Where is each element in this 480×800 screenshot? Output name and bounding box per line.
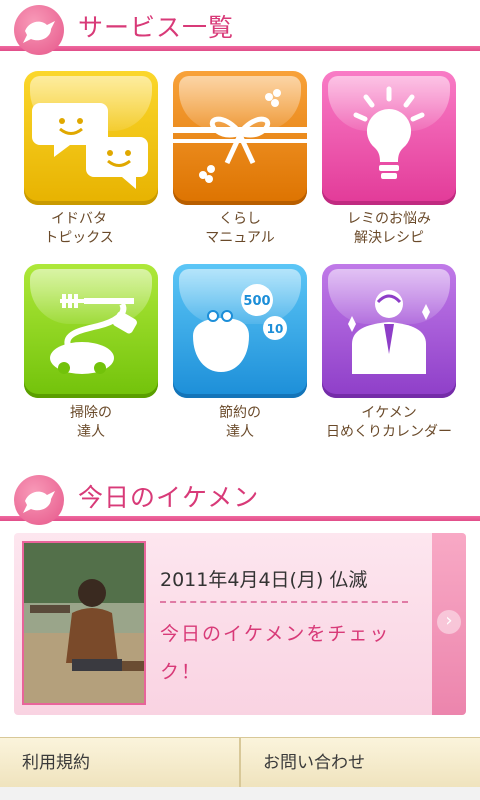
chat-faces-icon	[32, 103, 148, 189]
ikemen-photo	[22, 541, 146, 705]
header-divider	[0, 516, 480, 521]
tile-label-cleaning: 掃除の 達人	[70, 405, 112, 440]
bird-logo-icon	[14, 475, 64, 525]
ikemen-header: 今日のイケメン	[0, 470, 480, 525]
chevron-right-icon: ›	[437, 610, 461, 634]
ikemen-title: 今日のイケメン	[78, 483, 260, 512]
card-next-button[interactable]: ›	[432, 533, 466, 715]
tile-label-idobata: イドバタ トピックス	[44, 211, 114, 246]
suit-man-icon	[348, 290, 430, 374]
header-divider	[0, 46, 480, 51]
ikemen-card[interactable]: 2011年4月4日(月) 仏滅 今日のイケメンをチェック！ ›	[14, 533, 466, 715]
tile-idobata-topics[interactable]	[24, 71, 158, 205]
ikemen-check-link[interactable]: 今日のイケメンをチェック！	[160, 615, 410, 691]
tile-label-ikemen: イケメン 日めくりカレンダー	[326, 405, 452, 440]
coin-purse-icon: 500 10	[193, 284, 287, 372]
svg-text:10: 10	[267, 322, 284, 336]
bottom-strip	[0, 787, 480, 800]
tile-label-kurashi: くらし マニュアル	[205, 211, 275, 246]
services-title: サービス一覧	[78, 13, 235, 42]
ikemen-date: 2011年4月4日(月) 仏滅	[160, 569, 368, 591]
lightbulb-icon	[353, 86, 425, 179]
tile-cleaning-master[interactable]	[24, 264, 158, 398]
services-header: サービス一覧	[0, 0, 480, 55]
terms-button[interactable]: 利用規約	[0, 738, 239, 788]
svg-text:500: 500	[243, 294, 270, 309]
bird-logo-icon	[14, 5, 64, 55]
card-divider	[160, 601, 408, 603]
contact-button[interactable]: お問い合わせ	[241, 738, 480, 788]
tile-kurashi-manual[interactable]	[173, 71, 307, 205]
vacuum-cleaner-icon	[50, 294, 137, 374]
tile-ikemen-calendar[interactable]	[322, 264, 456, 398]
gift-ribbon-icon	[173, 89, 307, 183]
tile-saving-master[interactable]: 500 10	[173, 264, 307, 398]
footer-bar: 利用規約 お問い合わせ	[0, 737, 480, 788]
tile-label-saving: 節約の 達人	[219, 405, 261, 440]
tile-label-remi: レミのお悩み 解決レシピ	[347, 211, 431, 246]
tile-remi-recipe[interactable]	[322, 71, 456, 205]
